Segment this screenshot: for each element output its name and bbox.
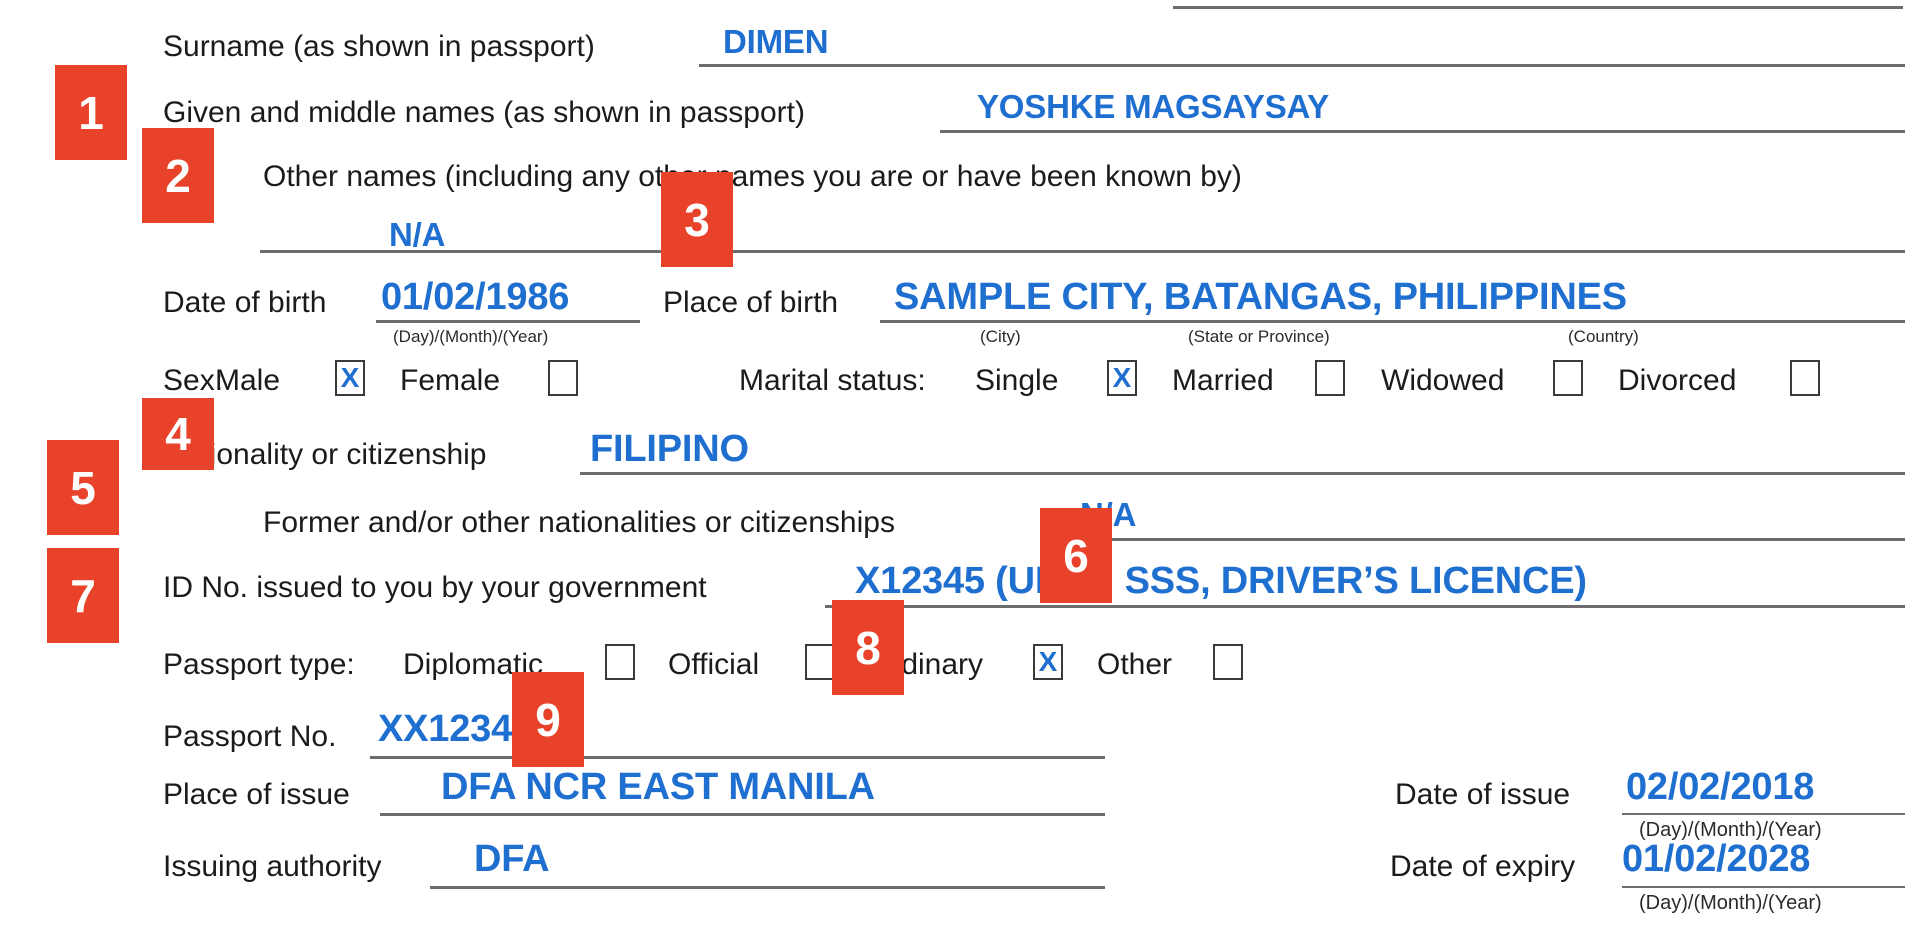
place-of-issue-rule — [380, 813, 1105, 816]
callout-badge-2: 2 — [142, 128, 214, 223]
sex-option-male-label: Male — [215, 364, 281, 397]
callout-badge-4: 4 — [142, 398, 214, 470]
issuing-authority-label: Issuing authority — [163, 850, 382, 883]
passport-type-option-diplomatic-checkbox[interactable] — [605, 644, 635, 680]
given-middle-names-value[interactable]: YOSHKE MAGSAYSAY — [977, 90, 1329, 123]
callout-badge-number: 1 — [78, 86, 104, 139]
government-id-label: ID No. issued to you by your government — [163, 571, 707, 604]
nationality-value[interactable]: FILIPINO — [590, 430, 749, 468]
callout-badge-3: 3 — [661, 172, 733, 267]
passport-type-label: Passport type: — [163, 648, 355, 681]
passport-no-label: Passport No. — [163, 720, 337, 753]
callout-badge-number: 7 — [70, 569, 96, 622]
marital-status-option-married-label: Married — [1172, 364, 1274, 397]
other-names-value[interactable]: N/A — [389, 218, 445, 251]
nationality-rule — [580, 472, 1905, 475]
issuing-authority-rule — [430, 886, 1105, 889]
sex-option-female-label: Female — [400, 364, 501, 397]
place-of-birth-value[interactable]: SAMPLE CITY, BATANGAS, PHILIPPINES — [894, 278, 1627, 316]
callout-badge-9: 9 — [512, 672, 584, 767]
callout-badge-1: 1 — [55, 65, 127, 160]
place-of-birth-sublabel-country: (Country) — [1568, 327, 1639, 346]
sex-option-female-checkbox[interactable] — [548, 360, 578, 396]
checkbox-x-mark: X — [340, 362, 360, 393]
former-nationalities-label: Former and/or other nationalities or cit… — [263, 506, 895, 539]
checkbox-x-mark: X — [1112, 362, 1132, 393]
place-of-birth-sublabel-state: (State or Province) — [1188, 327, 1330, 346]
sex-option-male-checkbox[interactable]: X — [335, 360, 365, 396]
place-of-issue-label: Place of issue — [163, 778, 350, 811]
marital-status-option-widowed-label: Widowed — [1381, 364, 1505, 397]
date-of-birth-rule — [376, 320, 640, 323]
passport-type-option-official-label: Official — [668, 648, 760, 681]
callout-badge-number: 2 — [165, 149, 191, 202]
place-of-issue-value[interactable]: DFA NCR EAST MANILA — [441, 768, 875, 806]
callout-badge-5: 5 — [47, 440, 119, 535]
date-of-issue-value[interactable]: 02/02/2018 — [1626, 768, 1814, 806]
top-rule-fragment — [1173, 6, 1903, 9]
place-of-birth-rule — [880, 320, 1905, 323]
other-names-rule — [260, 250, 1905, 253]
date-of-issue-sublabel: (Day)/(Month)/(Year) — [1639, 819, 1822, 841]
surname-rule — [699, 64, 1905, 67]
date-of-expiry-sublabel: (Day)/(Month)/(Year) — [1639, 892, 1822, 914]
other-names-label: Other names (including any other names y… — [263, 160, 1242, 193]
marital-status-option-married-checkbox[interactable] — [1315, 360, 1345, 396]
callout-badge-8: 8 — [832, 600, 904, 695]
issuing-authority-value[interactable]: DFA — [474, 840, 550, 878]
passport-type-option-official-checkbox[interactable] — [805, 644, 835, 680]
passport-type-option-other-checkbox[interactable] — [1213, 644, 1243, 680]
callout-badge-7: 7 — [47, 548, 119, 643]
checkbox-x-mark: X — [1038, 646, 1058, 677]
marital-status-option-widowed-checkbox[interactable] — [1553, 360, 1583, 396]
date-of-birth-value[interactable]: 01/02/1986 — [381, 278, 569, 316]
callout-badge-number: 6 — [1063, 529, 1089, 582]
callout-badge-number: 5 — [70, 461, 96, 514]
passport-type-option-ordinary-checkbox[interactable]: X — [1033, 644, 1063, 680]
marital-status-option-single-label: Single — [975, 364, 1059, 397]
callout-badge-6: 6 — [1040, 508, 1112, 603]
marital-status-label: Marital status: — [739, 364, 926, 397]
surname-value[interactable]: DIMEN — [723, 25, 829, 58]
date-of-birth-label: Date of birth — [163, 286, 327, 319]
date-of-expiry-value[interactable]: 01/02/2028 — [1622, 840, 1810, 878]
given-middle-names-rule — [940, 130, 1905, 133]
form-sheet: Surname (as shown in passport) DIMEN Giv… — [0, 0, 1916, 928]
date-of-issue-label: Date of issue — [1395, 778, 1571, 811]
given-middle-names-label: Given and middle names (as shown in pass… — [163, 96, 805, 129]
date-of-expiry-label: Date of expiry — [1390, 850, 1576, 883]
place-of-birth-label: Place of birth — [663, 286, 839, 319]
callout-badge-number: 9 — [535, 693, 561, 746]
marital-status-option-single-checkbox[interactable]: X — [1107, 360, 1137, 396]
government-id-rule — [825, 605, 1905, 608]
place-of-birth-sublabel-city: (City) — [980, 327, 1021, 346]
callout-badge-number: 4 — [165, 408, 191, 460]
government-id-value[interactable]: X12345 (UMID, SSS, DRIVER’S LICENCE) — [855, 562, 1587, 600]
callout-badge-number: 8 — [855, 621, 881, 674]
callout-badge-number: 3 — [684, 193, 710, 246]
date-of-expiry-rule — [1622, 886, 1905, 888]
date-of-birth-sublabel: (Day)/(Month)/(Year) — [393, 327, 549, 346]
marital-status-option-divorced-label: Divorced — [1618, 364, 1737, 397]
marital-status-option-divorced-checkbox[interactable] — [1790, 360, 1820, 396]
passport-no-rule — [370, 756, 1105, 759]
date-of-issue-rule — [1622, 813, 1905, 815]
surname-label: Surname (as shown in passport) — [163, 30, 595, 63]
passport-type-option-other-label: Other — [1097, 648, 1173, 681]
former-nationalities-rule — [1066, 538, 1905, 541]
